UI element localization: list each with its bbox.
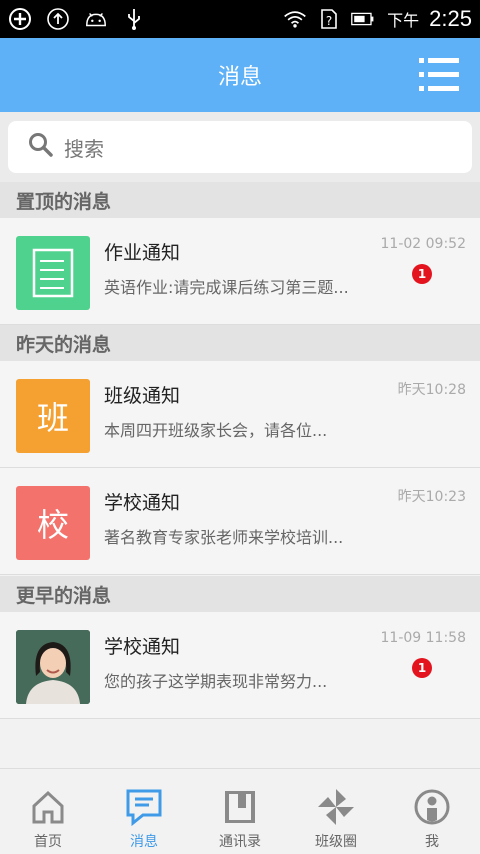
section-header-pinned: 置顶的消息	[0, 182, 480, 218]
search-placeholder: 搜索	[64, 136, 104, 161]
usb-icon	[122, 7, 146, 31]
message-icon	[124, 787, 164, 827]
nav-item-messages[interactable]: 消息	[96, 769, 192, 854]
unread-badge: 1	[412, 264, 432, 284]
message-title: 班级通知	[104, 385, 181, 407]
home-icon	[28, 787, 68, 827]
message-title: 学校通知	[104, 636, 181, 658]
wifi-icon	[283, 7, 307, 31]
message-preview: 您的孩子这学期表现非常努力...	[104, 672, 328, 691]
message-preview: 英语作业:请完成课后练习第三题...	[104, 278, 349, 297]
message-preview: 著名教育专家张老师来学校培训...	[104, 528, 344, 547]
message-time: 11-09 11:58	[380, 630, 466, 646]
nav-item-contacts[interactable]: 通讯录	[192, 769, 288, 854]
android-icon	[84, 7, 108, 31]
nav-label: 首页	[34, 834, 62, 850]
message-row[interactable]: 作业通知 英语作业:请完成课后练习第三题... 11-02 09:52 1	[0, 218, 480, 325]
status-bar: ? 下午 2:25	[0, 0, 480, 38]
sim-unknown-icon: ?	[317, 7, 341, 31]
search-icon	[28, 132, 54, 162]
section-header-yesterday: 昨天的消息	[0, 325, 480, 361]
menu-button[interactable]	[418, 54, 460, 96]
profile-icon	[412, 787, 452, 827]
search-bar: 搜索	[0, 112, 480, 182]
message-title: 作业通知	[104, 242, 181, 264]
nav-item-me[interactable]: 我	[384, 769, 480, 854]
search-input[interactable]: 搜索	[8, 121, 472, 173]
nav-label: 班级圈	[315, 834, 357, 850]
nav-label: 消息	[130, 834, 158, 850]
svg-text:?: ?	[326, 14, 332, 28]
clock: 2:25	[429, 6, 472, 31]
nav-label: 通讯录	[219, 834, 261, 850]
message-row[interactable]: 校 学校通知 著名教育专家张老师来学校培训... 昨天10:23	[0, 468, 480, 575]
bottom-nav: 首页 消息 通讯录 班级圈 我	[0, 768, 480, 854]
school-avatar: 校	[16, 486, 90, 560]
class-avatar: 班	[16, 379, 90, 453]
list-menu-icon	[419, 58, 459, 91]
page-title: 消息	[217, 65, 262, 90]
teacher-photo-icon	[16, 630, 90, 704]
battery-icon	[351, 7, 375, 31]
message-time: 昨天10:28	[397, 382, 466, 398]
nav-item-home[interactable]: 首页	[0, 769, 96, 854]
teacher-photo	[16, 630, 90, 704]
message-title: 学校通知	[104, 492, 181, 514]
homework-avatar	[16, 236, 90, 310]
message-row[interactable]: 学校通知 您的孩子这学期表现非常努力... 11-09 11:58 1	[0, 612, 480, 719]
message-time: 11-02 09:52	[380, 236, 466, 252]
pinwheel-icon	[316, 787, 356, 827]
unread-badge: 1	[412, 658, 432, 678]
message-row[interactable]: 班 班级通知 本周四开班级家长会，请各位... 昨天10:28	[0, 361, 480, 468]
nav-label: 我	[425, 834, 439, 850]
message-preview: 本周四开班级家长会，请各位...	[104, 421, 328, 440]
title-bar: 消息	[0, 38, 480, 112]
contacts-book-icon	[220, 787, 260, 827]
upload-icon	[46, 7, 70, 31]
time-prefix: 下午	[387, 11, 420, 30]
message-time: 昨天10:23	[397, 489, 466, 505]
nav-item-class-circle[interactable]: 班级圈	[288, 769, 384, 854]
section-header-earlier: 更早的消息	[0, 576, 480, 612]
add-circle-icon	[8, 7, 32, 31]
notebook-icon	[32, 248, 74, 298]
